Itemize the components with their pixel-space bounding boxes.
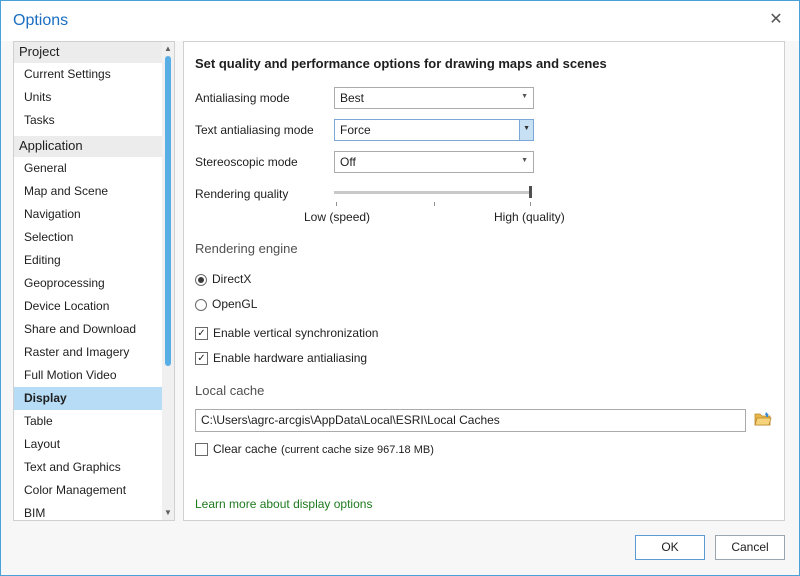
options-sidebar: Project Current Settings Units Tasks App… bbox=[13, 41, 175, 521]
antialiasing-mode-select[interactable]: Best ▼ bbox=[334, 87, 534, 109]
dialog-title: Options bbox=[13, 12, 69, 29]
scroll-down-icon[interactable]: ▼ bbox=[164, 508, 172, 518]
vsync-label: Enable vertical synchronization bbox=[213, 326, 379, 340]
dropdown-button[interactable]: ▼ bbox=[519, 120, 533, 140]
sidebar-item-layout[interactable]: Layout bbox=[14, 433, 174, 456]
slider-tick bbox=[530, 202, 531, 206]
sidebar-item-general[interactable]: General bbox=[14, 157, 174, 180]
sidebar-item-tasks[interactable]: Tasks bbox=[14, 109, 174, 132]
sidebar-item-display[interactable]: Display bbox=[14, 387, 174, 410]
sidebar-item-table[interactable]: Table bbox=[14, 410, 174, 433]
radio-opengl-label: OpenGL bbox=[212, 297, 258, 311]
rendering-engine-heading: Rendering engine bbox=[195, 241, 298, 256]
sidebar-item-map-and-scene[interactable]: Map and Scene bbox=[14, 180, 174, 203]
radio-button-selected[interactable] bbox=[195, 273, 207, 286]
chevron-down-icon: ▼ bbox=[523, 125, 530, 132]
display-options-panel: Set quality and performance options for … bbox=[183, 41, 785, 521]
local-cache-heading: Local cache bbox=[195, 383, 265, 398]
stereoscopic-mode-label: Stereoscopic mode bbox=[195, 155, 298, 169]
slider-tick bbox=[336, 202, 337, 206]
cache-path-input[interactable]: C:\Users\agrc-arcgis\AppData\Local\ESRI\… bbox=[195, 409, 746, 432]
title-bar: Options ✕ bbox=[1, 1, 799, 41]
text-antialiasing-mode-label: Text antialiasing mode bbox=[195, 123, 314, 137]
antialiasing-mode-label: Antialiasing mode bbox=[195, 91, 290, 105]
text-antialiasing-mode-value: Force bbox=[340, 123, 371, 137]
sidebar-item-bim[interactable]: BIM bbox=[14, 502, 174, 520]
scroll-thumb[interactable] bbox=[165, 56, 171, 366]
stereoscopic-mode-value: Off bbox=[340, 155, 356, 169]
sidebar-item-navigation[interactable]: Navigation bbox=[14, 203, 174, 226]
ok-button[interactable]: OK bbox=[635, 535, 705, 560]
sidebar-item-share-and-download[interactable]: Share and Download bbox=[14, 318, 174, 341]
group-header-application: Application bbox=[14, 136, 174, 157]
chevron-down-icon: ▼ bbox=[521, 157, 528, 164]
slider-low-label: Low (speed) bbox=[304, 210, 371, 224]
sidebar-item-full-motion-video[interactable]: Full Motion Video bbox=[14, 364, 174, 387]
checkmark-icon[interactable]: ✓ bbox=[195, 327, 208, 341]
rendering-quality-slider-track[interactable] bbox=[334, 191, 530, 194]
learn-more-link[interactable]: Learn more about display options bbox=[195, 497, 372, 511]
cache-size-note: (current cache size 967.18 MB) bbox=[281, 444, 434, 456]
slider-high-label: High (quality) bbox=[494, 210, 565, 224]
chevron-down-icon: ▼ bbox=[521, 93, 528, 100]
radio-directx[interactable]: DirectX bbox=[195, 272, 251, 288]
clear-cache-checkbox[interactable]: Clear cache (current cache size 967.18 MB… bbox=[195, 442, 434, 458]
antialiasing-mode-value: Best bbox=[340, 91, 365, 105]
rendering-quality-slider-thumb[interactable] bbox=[529, 186, 532, 198]
slider-tick bbox=[434, 202, 435, 206]
sidebar-item-raster-and-imagery[interactable]: Raster and Imagery bbox=[14, 341, 174, 364]
radio-opengl[interactable]: OpenGL bbox=[195, 297, 257, 313]
radio-directx-label: DirectX bbox=[212, 272, 252, 286]
text-antialiasing-mode-select[interactable]: Force ▼ bbox=[334, 119, 534, 141]
checkbox-unchecked[interactable] bbox=[195, 443, 208, 457]
stereoscopic-mode-select[interactable]: Off ▼ bbox=[334, 151, 534, 173]
group-header-project: Project bbox=[14, 42, 174, 63]
cancel-button[interactable]: Cancel bbox=[715, 535, 785, 560]
sidebar-item-device-location[interactable]: Device Location bbox=[14, 295, 174, 318]
rendering-quality-label: Rendering quality bbox=[195, 187, 289, 201]
sidebar-item-editing[interactable]: Editing bbox=[14, 249, 174, 272]
folder-open-icon[interactable] bbox=[754, 411, 772, 427]
options-dialog: Options ✕ Project Current Settings Units… bbox=[0, 0, 800, 576]
close-icon[interactable]: ✕ bbox=[767, 11, 785, 29]
sidebar-item-color-management[interactable]: Color Management bbox=[14, 479, 174, 502]
clear-cache-label: Clear cache bbox=[213, 442, 278, 456]
vsync-checkbox[interactable]: ✓ Enable vertical synchronization bbox=[195, 326, 378, 342]
sidebar-item-text-and-graphics[interactable]: Text and Graphics bbox=[14, 456, 174, 479]
hw-antialiasing-label: Enable hardware antialiasing bbox=[213, 351, 368, 365]
hw-antialiasing-checkbox[interactable]: ✓ Enable hardware antialiasing bbox=[195, 351, 367, 367]
checkmark-icon[interactable]: ✓ bbox=[195, 352, 208, 366]
sidebar-item-units[interactable]: Units bbox=[14, 86, 174, 109]
sidebar-item-current-settings[interactable]: Current Settings bbox=[14, 63, 174, 86]
sidebar-scrollbar[interactable]: ▲ ▼ bbox=[162, 42, 174, 520]
radio-button[interactable] bbox=[195, 298, 207, 311]
scroll-up-icon[interactable]: ▲ bbox=[164, 44, 172, 54]
sidebar-item-selection[interactable]: Selection bbox=[14, 226, 174, 249]
sidebar-item-geoprocessing[interactable]: Geoprocessing bbox=[14, 272, 174, 295]
page-title: Set quality and performance options for … bbox=[195, 56, 607, 71]
